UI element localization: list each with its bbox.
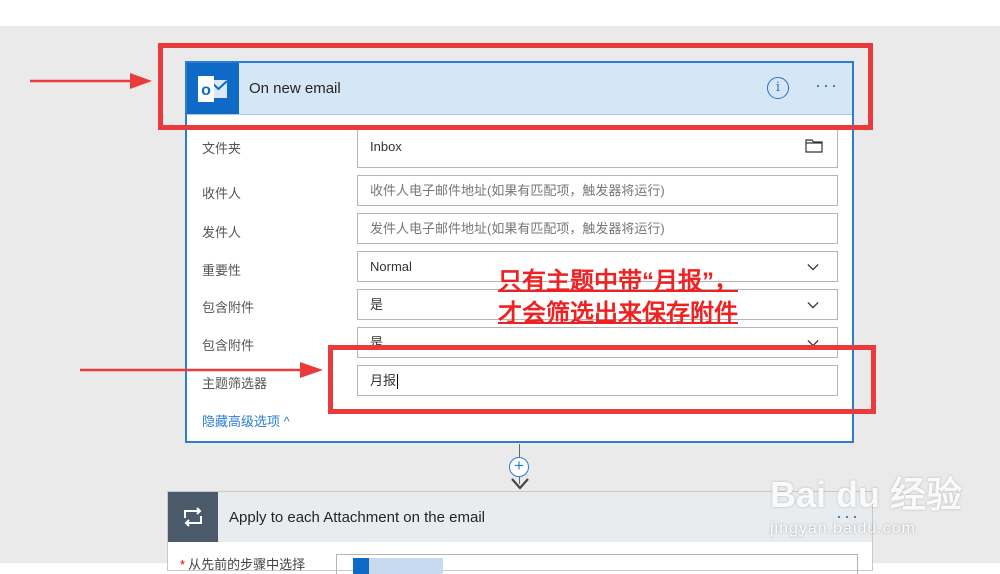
apply-to-each-title: Apply to each Attachment on the email (229, 509, 485, 526)
hide-advanced-options-link[interactable]: 隐藏高级选项 ^ (202, 411, 290, 430)
annotation-arrow-top (30, 73, 152, 89)
chevron-down-icon[interactable] (807, 261, 819, 273)
annotation-line-2: 才会筛选出来保存附件 (498, 300, 738, 327)
folder-value: Inbox (370, 139, 402, 154)
outlook-icon (353, 558, 369, 574)
highlight-box-subject-filter (328, 345, 876, 414)
from-input[interactable]: 发件人电子邮件地址(如果有匹配项，触发器将运行) (357, 213, 838, 244)
from-placeholder: 发件人电子邮件地址(如果有匹配项，触发器将运行) (370, 221, 665, 236)
select-output-label: * 从先前的步骤中选择 (180, 554, 305, 573)
include-attachments-label: 包含附件 (202, 338, 255, 353)
select-output-label-text: 从先前的步骤中选择 (188, 557, 306, 572)
highlight-box-trigger-header (158, 43, 873, 130)
importance-label: 重要性 (202, 263, 242, 278)
folder-field[interactable]: Inbox (357, 125, 838, 168)
baidu-jingyan-logo: Bai du 经验 (770, 474, 963, 515)
select-output-input[interactable] (336, 554, 858, 574)
add-step-icon[interactable]: + (509, 457, 529, 477)
to-placeholder: 收件人电子邮件地址(如果有匹配项，触发器将运行) (370, 183, 665, 198)
connector-arrow-icon (511, 478, 529, 490)
importance-value: Normal (370, 259, 412, 274)
dynamic-content-token[interactable] (353, 558, 443, 574)
apply-to-each-card: Apply to each Attachment on the email ··… (167, 491, 873, 574)
required-mark: * (180, 557, 186, 572)
to-input[interactable]: 收件人电子邮件地址(如果有匹配项，触发器将运行) (357, 175, 838, 206)
to-label: 收件人 (202, 186, 242, 201)
folder-icon[interactable] (805, 138, 823, 153)
watermark-url: jingyan.baidu.com (770, 520, 916, 537)
annotation-text: 只有主题中带“月报”， 才会筛选出来保存附件 (498, 266, 738, 330)
has-attachment-value: 是 (370, 297, 384, 312)
annotation-arrow-bottom (80, 362, 323, 378)
loop-icon (168, 492, 218, 542)
folder-label: 文件夹 (202, 141, 242, 156)
apply-to-each-header[interactable]: Apply to each Attachment on the email ··… (168, 492, 872, 542)
has-attachment-label: 包含附件 (202, 300, 255, 315)
chevron-down-icon[interactable] (807, 299, 819, 311)
annotation-line-1: 只有主题中带“月报”， (498, 268, 738, 295)
from-label: 发件人 (202, 225, 242, 240)
